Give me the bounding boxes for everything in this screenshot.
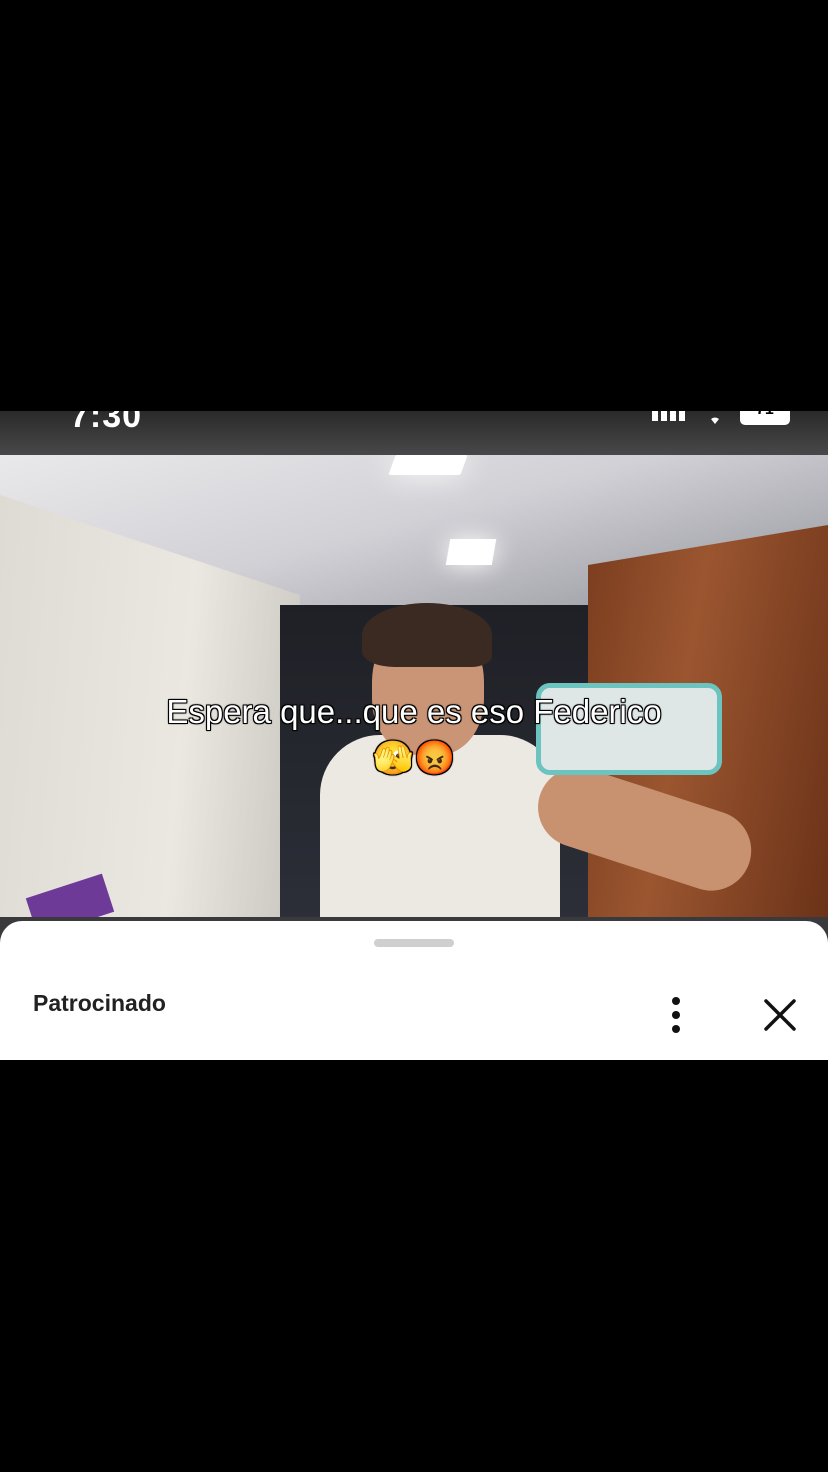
- ceiling-light: [445, 539, 497, 565]
- sheet-drag-handle[interactable]: [374, 939, 454, 947]
- signal-icon: [652, 411, 692, 421]
- status-bar: 7:30 71: [0, 411, 828, 455]
- caption-line-1: Espera que...que es eso Federico: [166, 693, 662, 730]
- wifi-icon: [708, 411, 722, 424]
- person-hair: [362, 603, 492, 667]
- ceiling-light: [388, 455, 468, 475]
- battery-level: 71: [756, 411, 774, 419]
- more-vertical-icon[interactable]: [664, 997, 688, 1033]
- sheet-title: Patrocinado: [33, 990, 166, 1016]
- status-time: 7:30: [70, 411, 143, 435]
- caption-line-2: 🫣😡: [372, 739, 456, 776]
- video-player[interactable]: Espera que...que es eso Federico 🫣😡: [0, 455, 828, 917]
- battery-icon: 71: [740, 411, 790, 425]
- close-icon[interactable]: [760, 995, 800, 1035]
- sponsored-sheet: Patrocinado: [0, 921, 828, 1060]
- video-caption: Espera que...que es eso Federico 🫣😡: [0, 689, 828, 781]
- embedded-screenshot: 7:30 71 Espera que...que es eso Federico…: [0, 411, 828, 1060]
